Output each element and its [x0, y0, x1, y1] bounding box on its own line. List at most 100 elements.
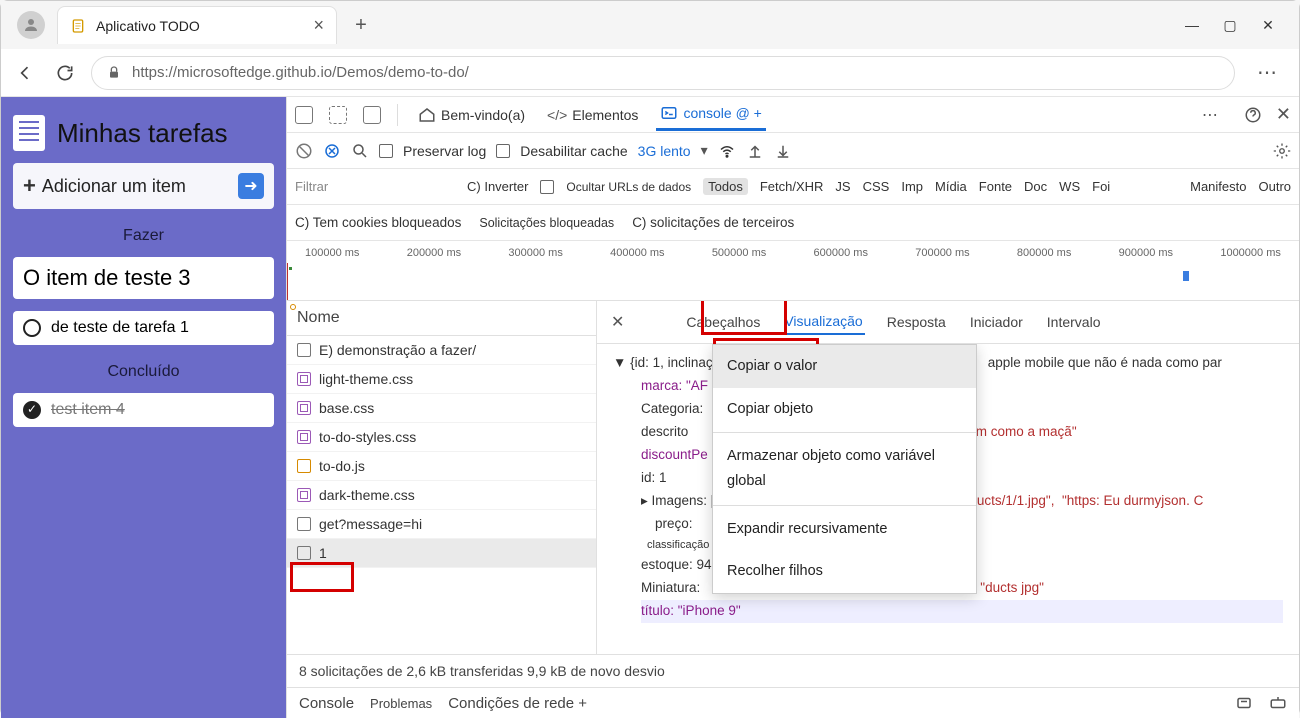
filter-type[interactable]: Mídia	[935, 179, 967, 194]
request-row[interactable]: light-theme.css	[287, 365, 596, 394]
filter-type[interactable]: Outro	[1258, 179, 1291, 194]
request-row[interactable]: E) demonstração a fazer/	[287, 336, 596, 365]
task-item[interactable]: de teste de tarefa 1	[13, 311, 274, 345]
drawer-problems[interactable]: Problemas	[370, 696, 432, 711]
search-icon[interactable]	[351, 142, 369, 160]
devtools-more-icon[interactable]: ⋯	[1192, 105, 1230, 125]
maximize-button[interactable]: ▢	[1223, 17, 1237, 34]
dock-icon[interactable]	[363, 106, 381, 124]
network-toolbar: Preservar log Desabilitar cache 3G lento…	[287, 133, 1299, 169]
lock-icon	[106, 65, 122, 81]
request-detail: ✕ Cabeçalhos Visualização Resposta Inici…	[597, 301, 1299, 654]
filter-type[interactable]: WS	[1059, 179, 1080, 194]
new-tab-button[interactable]: +	[345, 9, 377, 41]
stop-record-icon[interactable]	[295, 142, 313, 160]
throttle-select[interactable]: 3G lento	[638, 143, 691, 159]
tab-elements[interactable]: </>Elementos	[543, 101, 642, 129]
drawer-icon-1[interactable]	[1235, 694, 1253, 712]
detail-close-icon[interactable]: ✕	[611, 312, 624, 332]
request-row[interactable]: to-do-styles.css	[287, 423, 596, 452]
ctx-copy-value[interactable]: Copiar o valor	[713, 345, 976, 388]
task-item-done[interactable]: test item 4	[13, 393, 274, 427]
tab-close-icon[interactable]: ×	[313, 15, 324, 36]
close-window-button[interactable]: ✕	[1261, 17, 1275, 34]
request-row[interactable]: get?message=hi	[287, 510, 596, 539]
wifi-icon[interactable]	[718, 142, 736, 160]
detail-tab-initiator[interactable]: Iniciador	[968, 310, 1025, 334]
profile-avatar[interactable]	[17, 11, 45, 39]
refresh-button[interactable]	[51, 59, 79, 87]
filter-type[interactable]: Manifesto	[1190, 179, 1246, 194]
section-todo-label: Fazer	[13, 227, 274, 245]
css-file-icon	[297, 372, 311, 386]
todo-app-sidebar: Minhas tarefas + Adicionar um item ➜ Faz…	[1, 97, 286, 718]
tab-console[interactable]: console @ +	[656, 98, 765, 131]
name-column-header[interactable]: Nome	[287, 301, 596, 336]
add-item-label: Adicionar um item	[42, 176, 186, 197]
request-row[interactable]: base.css	[287, 394, 596, 423]
inspect-icon[interactable]	[295, 106, 313, 124]
minimize-button[interactable]: —	[1185, 17, 1199, 34]
json-preview[interactable]: ▼ {id: 1, inclinaçãoapple mobile que não…	[597, 344, 1299, 654]
css-file-icon	[297, 401, 311, 415]
browser-tab[interactable]: Aplicativo TODO ×	[57, 6, 337, 44]
device-toolbar-icon[interactable]	[329, 106, 347, 124]
dropdown-icon[interactable]: ▾	[701, 142, 708, 159]
filter-type[interactable]: Doc	[1024, 179, 1047, 194]
filter-type[interactable]: Fetch/XHR	[760, 179, 824, 194]
request-row[interactable]: to-do.js	[287, 452, 596, 481]
help-icon[interactable]	[1244, 106, 1262, 124]
network-timeline[interactable]: 100000 ms 200000 ms 300000 ms 400000 ms …	[287, 241, 1299, 301]
request-row[interactable]: dark-theme.css	[287, 481, 596, 510]
window-controls: — ▢ ✕	[1185, 17, 1291, 34]
network-status: 8 solicitações de 2,6 kB transferidas 9,…	[287, 654, 1299, 687]
settings-icon[interactable]	[1273, 142, 1291, 160]
detail-tab-timing[interactable]: Intervalo	[1045, 310, 1103, 334]
drawer-icon-2[interactable]	[1269, 694, 1287, 712]
context-menu: Copiar o valor Copiar objeto Armazenar o…	[712, 344, 977, 594]
ctx-store-global[interactable]: Armazenar objeto como variável global	[713, 435, 976, 502]
back-button[interactable]	[11, 59, 39, 87]
filter-type[interactable]: Fonte	[979, 179, 1012, 194]
filter-type[interactable]: Foi	[1092, 179, 1110, 194]
css-file-icon	[297, 488, 311, 502]
filter-type[interactable]: CSS	[863, 179, 890, 194]
filter-type-all[interactable]: Todos	[703, 178, 748, 195]
filter-type[interactable]: JS	[835, 179, 850, 194]
request-row[interactable]: 1	[287, 539, 596, 568]
add-item-input[interactable]: + Adicionar um item ➜	[13, 163, 274, 209]
detail-tab-headers[interactable]: Cabeçalhos	[684, 310, 762, 334]
preserve-log-checkbox[interactable]	[379, 144, 393, 158]
url-box[interactable]: https://microsoftedge.github.io/Demos/de…	[91, 56, 1235, 90]
detail-tab-preview[interactable]: Visualização	[782, 309, 864, 335]
upload-icon[interactable]	[746, 142, 764, 160]
js-file-icon	[297, 459, 311, 473]
disable-cache-checkbox[interactable]	[496, 144, 510, 158]
clear-icon[interactable]	[323, 142, 341, 160]
url-text: https://microsoftedge.github.io/Demos/de…	[132, 64, 469, 81]
checkbox-icon[interactable]	[23, 319, 41, 337]
submit-icon[interactable]: ➜	[238, 173, 264, 199]
detail-tab-response[interactable]: Resposta	[885, 310, 948, 334]
download-icon[interactable]	[774, 142, 792, 160]
network-filter-row: Filtrar C) Inverter Ocultar URLs de dado…	[287, 169, 1299, 205]
ctx-expand[interactable]: Expandir recursivamente	[713, 508, 976, 551]
ctx-collapse[interactable]: Recolher filhos	[713, 550, 976, 593]
request-list: Nome E) demonstração a fazer/light-theme…	[287, 301, 597, 654]
tab-favicon	[70, 18, 86, 34]
address-bar: https://microsoftedge.github.io/Demos/de…	[1, 49, 1299, 97]
devtools-close-icon[interactable]: ✕	[1276, 104, 1291, 125]
checkbox-checked-icon[interactable]	[23, 401, 41, 419]
drawer-console[interactable]: Console	[299, 695, 354, 712]
browser-menu-icon[interactable]: ⋯	[1247, 60, 1289, 85]
tab-welcome[interactable]: Bem-vindo(a)	[414, 100, 529, 130]
task-item[interactable]: O item de teste 3	[13, 257, 274, 299]
filter-type[interactable]: Imp	[901, 179, 923, 194]
browser-titlebar: Aplicativo TODO × + — ▢ ✕	[1, 1, 1299, 49]
filter-input[interactable]: Filtrar	[295, 179, 455, 194]
hide-data-urls-checkbox[interactable]	[540, 180, 554, 194]
doc-file-icon	[297, 343, 311, 357]
drawer-network-conditions[interactable]: Condições de rede +	[448, 695, 587, 712]
devtools-panel: Bem-vindo(a) </>Elementos console @ + ⋯ …	[286, 97, 1299, 718]
ctx-copy-object[interactable]: Copiar objeto	[713, 388, 976, 431]
